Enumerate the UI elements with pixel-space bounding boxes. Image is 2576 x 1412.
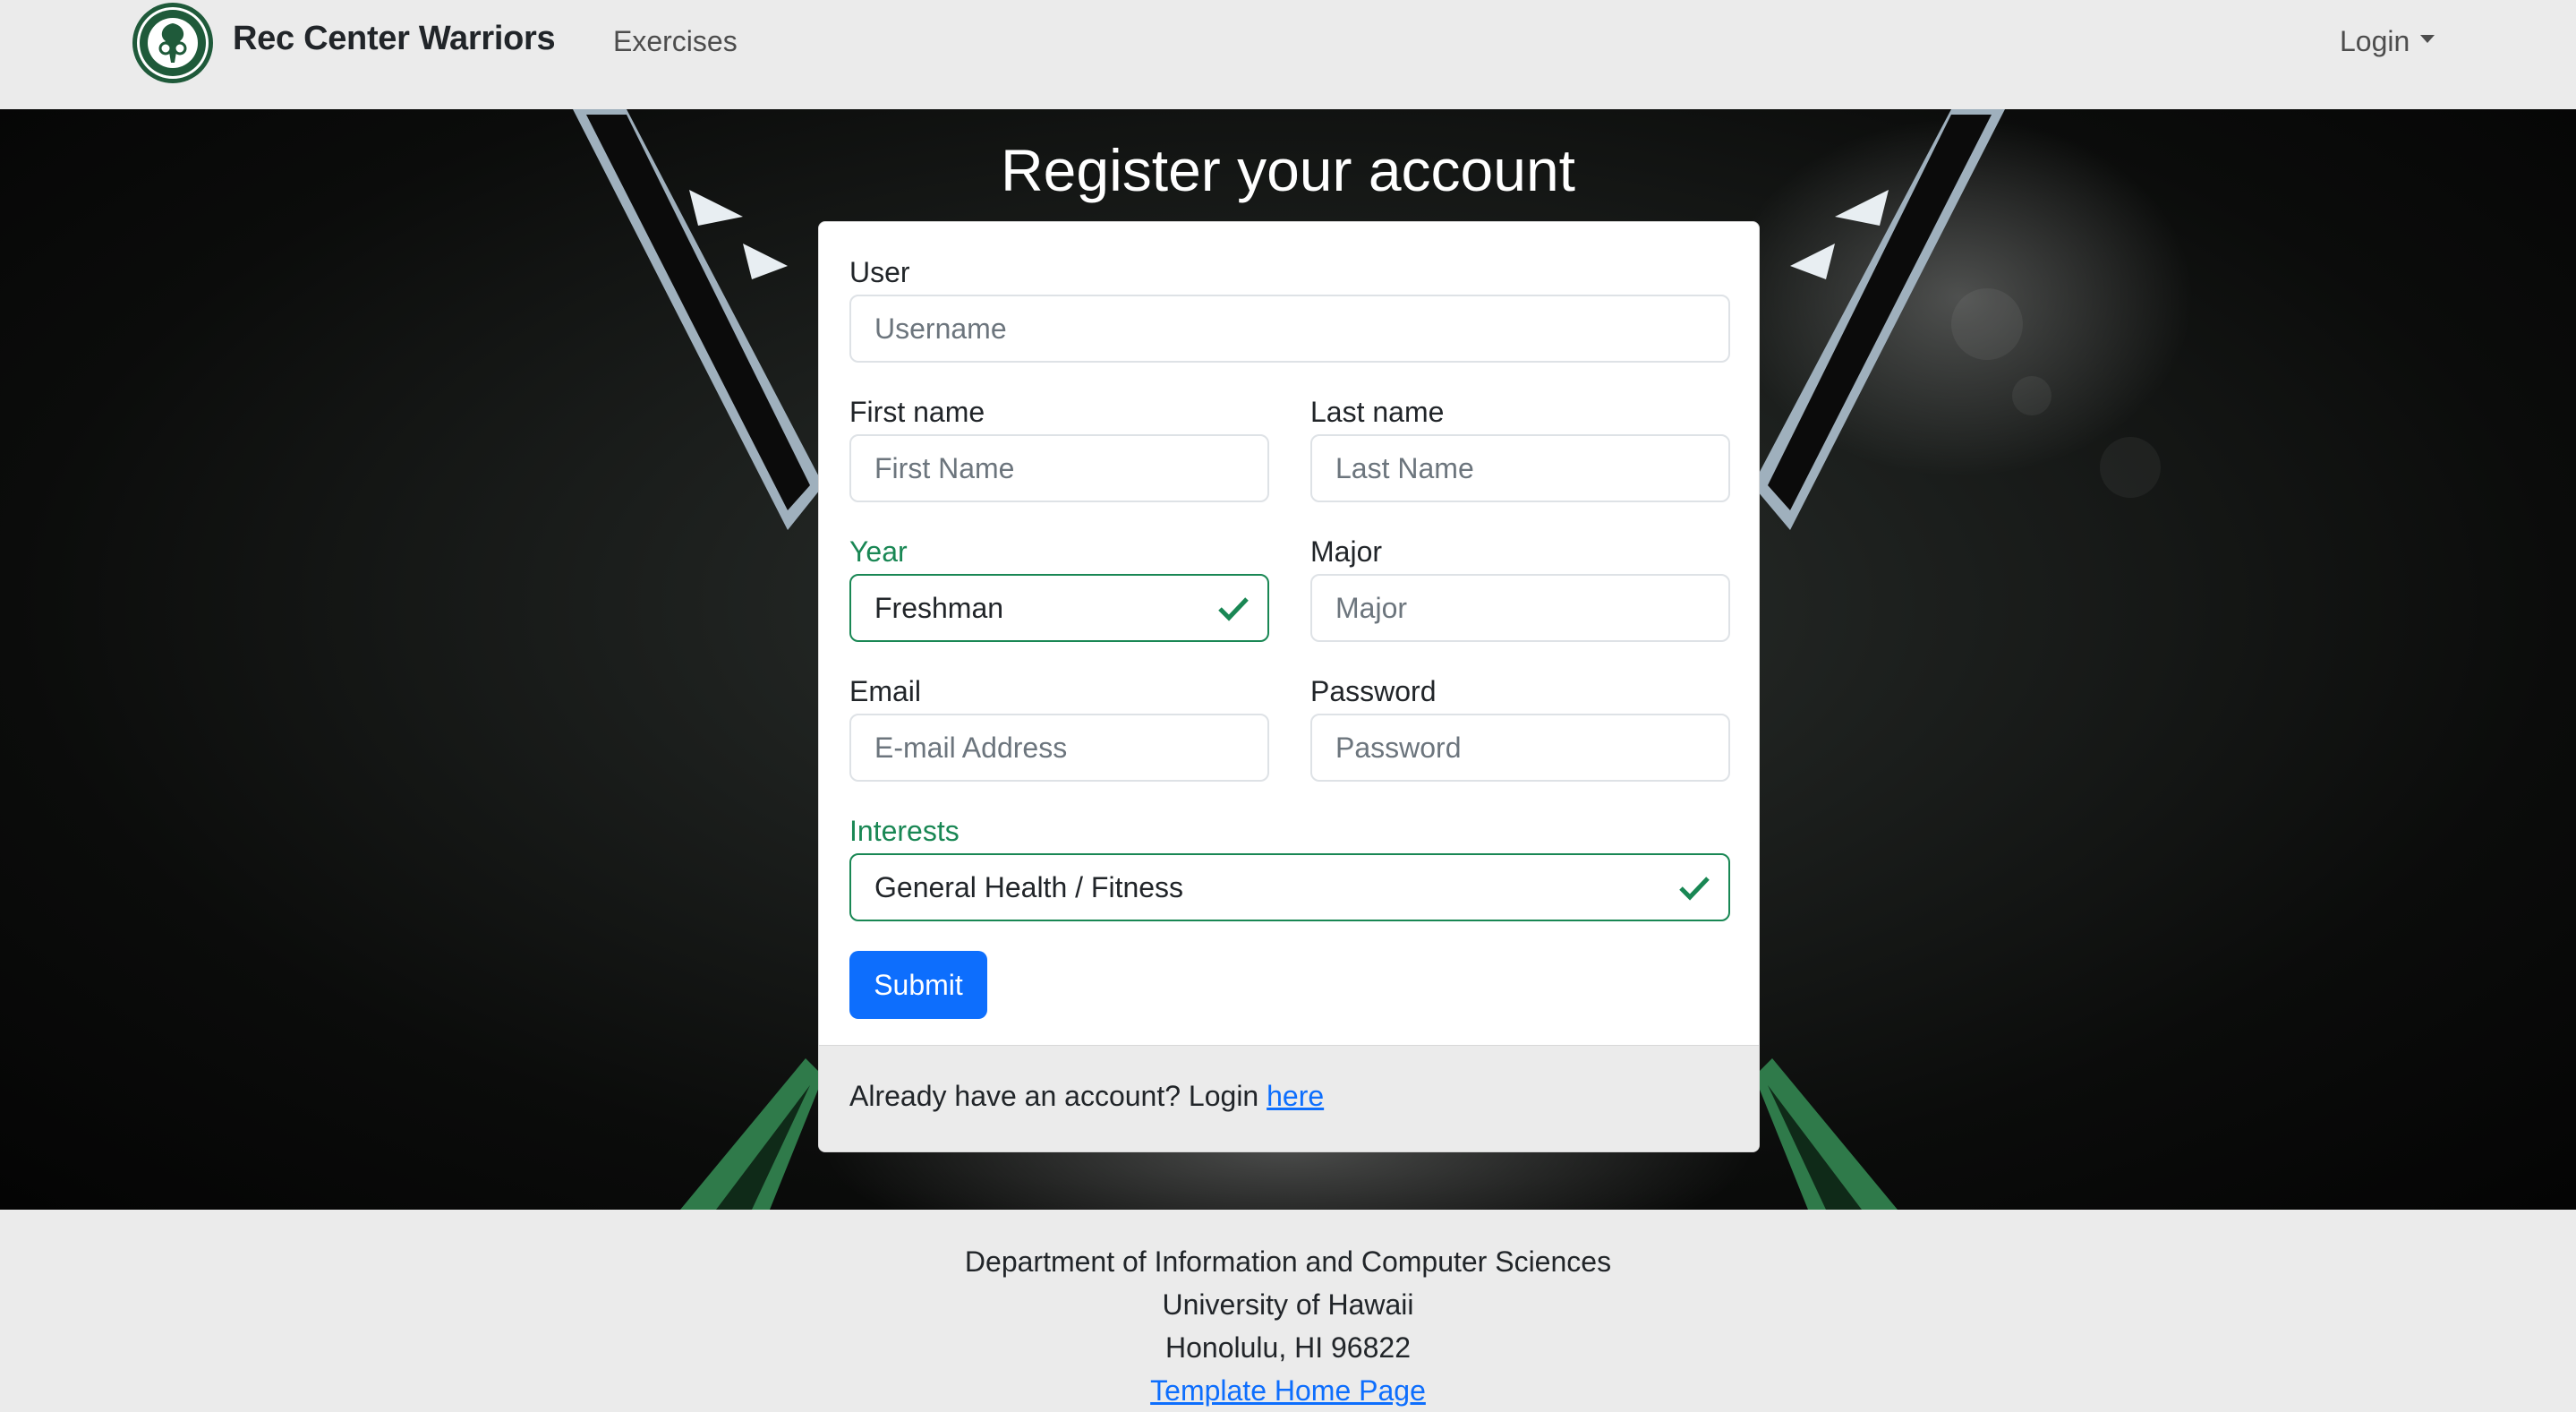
- year-label: Year: [849, 535, 908, 568]
- footer-department: Department of Information and Computer S…: [964, 1245, 1612, 1278]
- card-footer: Already have an account? Login here: [819, 1045, 1759, 1151]
- login-dropdown[interactable]: Login: [2340, 25, 2435, 58]
- login-prompt: Already have an account? Login here: [849, 1080, 1324, 1113]
- first-name-input[interactable]: First Name: [849, 434, 1269, 502]
- page-footer: Department of Information and Computer S…: [0, 1210, 2576, 1407]
- footer-university: University of Hawaii: [1162, 1288, 1414, 1321]
- interests-select[interactable]: General Health / Fitness: [849, 853, 1730, 921]
- username-input[interactable]: Username: [849, 295, 1730, 363]
- check-icon: [1218, 597, 1249, 621]
- major-input[interactable]: Major: [1310, 574, 1730, 642]
- login-prompt-text: Already have an account? Login: [849, 1080, 1267, 1112]
- footer-template-link[interactable]: Template Home Page: [0, 1369, 2576, 1412]
- first-name-label: First name: [849, 396, 985, 428]
- page-title: Register your account: [1001, 137, 1575, 203]
- password-label: Password: [1310, 675, 1437, 707]
- register-card: User Username First name First Name Last…: [818, 221, 1760, 1152]
- navbar: Rec Center Warriors Exercises Login: [0, 0, 2576, 109]
- check-icon: [1679, 877, 1710, 901]
- submit-button[interactable]: Submit: [849, 951, 987, 1019]
- year-value: Freshman: [874, 591, 1004, 624]
- email-input[interactable]: E-mail Address: [849, 714, 1269, 782]
- nav-link-exercises[interactable]: Exercises: [613, 25, 738, 58]
- caret-down-icon: [2420, 35, 2435, 43]
- last-name-input[interactable]: Last Name: [1310, 434, 1730, 502]
- password-input[interactable]: Password: [1310, 714, 1730, 782]
- logo-seal-icon[interactable]: [132, 2, 214, 84]
- user-label: User: [849, 256, 910, 288]
- interests-label: Interests: [849, 815, 960, 847]
- email-label: Email: [849, 675, 922, 707]
- brand-title[interactable]: Rec Center Warriors: [233, 20, 556, 58]
- hero-background: Register your account User Username Firs…: [0, 109, 2576, 1210]
- footer-address: Honolulu, HI 96822: [1165, 1331, 1411, 1364]
- last-name-label: Last name: [1310, 396, 1445, 428]
- major-label: Major: [1310, 535, 1383, 568]
- interests-value: General Health / Fitness: [874, 870, 1184, 903]
- year-select[interactable]: Freshman: [849, 574, 1269, 642]
- login-here-link[interactable]: here: [1267, 1080, 1324, 1112]
- login-dropdown-label: Login: [2340, 25, 2410, 57]
